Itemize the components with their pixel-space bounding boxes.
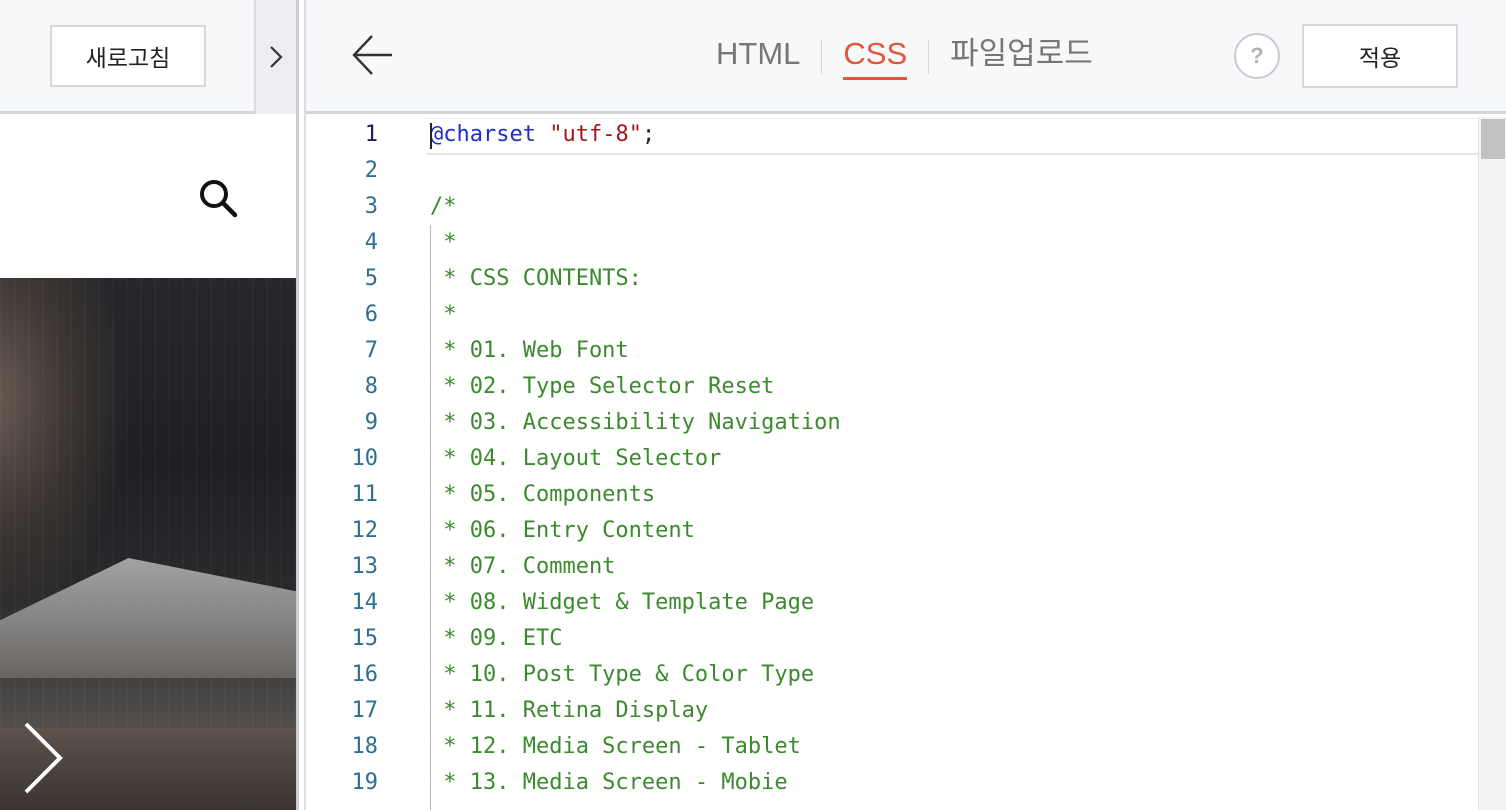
preview-toolbar: 새로고침: [0, 0, 296, 114]
code-line[interactable]: * 09. ETC: [430, 621, 562, 657]
code-token: * 03. Accessibility Navigation: [430, 410, 841, 435]
code-token: *: [430, 230, 457, 255]
line-number: 17: [351, 698, 379, 723]
line-number-gutter: 1 2 3 4 5 6 7 8 9 10 11 12 13 14 15 16 17 18 19: [306, 117, 386, 810]
code-line[interactable]: * 01. Web Font: [430, 333, 629, 369]
tab-divider: [821, 40, 823, 74]
code-line[interactable]: *: [430, 297, 457, 333]
scrollbar-thumb[interactable]: [1481, 119, 1505, 159]
code-token: * 10. Post Type & Color Type: [430, 662, 815, 687]
question-icon: ?: [1250, 43, 1264, 68]
editor-tabs: HTML CSS 파일업로드: [716, 38, 1093, 88]
code-line[interactable]: * 04. Layout Selector: [430, 441, 721, 477]
refresh-button[interactable]: 새로고침: [50, 25, 206, 87]
code-line[interactable]: * 13. Media Screen - Mobie: [430, 765, 788, 801]
code-token: * 04. Layout Selector: [430, 446, 722, 471]
code-token: * CSS CONTENTS:: [430, 266, 642, 291]
pane-resize-handle[interactable]: [296, 0, 306, 810]
code-token: * 02. Type Selector Reset: [430, 374, 775, 399]
code-editor[interactable]: 1 2 3 4 5 6 7 8 9 10 11 12 13 14 15 16 17 18 19 @charset "…: [306, 117, 1506, 810]
code-token: /*: [430, 194, 457, 219]
line-number: 5: [364, 266, 378, 291]
line-number: 9: [364, 410, 378, 435]
line-number: 3: [364, 194, 378, 219]
line-number: 1: [364, 122, 378, 147]
indent-guide: [430, 225, 431, 810]
tab-html[interactable]: HTML: [716, 38, 800, 77]
code-line[interactable]: * 06. Entry Content: [430, 513, 695, 549]
collapse-preview-button[interactable]: [254, 0, 296, 114]
code-token: * 08. Widget & Template Page: [430, 590, 815, 615]
code-line[interactable]: * 03. Accessibility Navigation: [430, 405, 841, 441]
code-token: * 01. Web Font: [430, 338, 629, 363]
line-number: 15: [351, 626, 379, 651]
text-cursor: [430, 123, 432, 149]
line-number: 11: [351, 482, 379, 507]
code-token: "utf-8": [549, 122, 642, 147]
code-token: * 12. Media Screen - Tablet: [430, 734, 801, 759]
arrow-left-icon[interactable]: [350, 32, 396, 78]
code-token: * 06. Entry Content: [430, 518, 695, 543]
tab-css[interactable]: CSS: [843, 38, 908, 80]
code-token: * 11. Retina Display: [430, 698, 709, 723]
code-line[interactable]: * 11. Retina Display: [430, 693, 708, 729]
search-icon[interactable]: [198, 178, 238, 218]
code-line[interactable]: * 10. Post Type & Color Type: [430, 657, 814, 693]
editor-scrollbar[interactable]: [1478, 117, 1506, 810]
code-token: @charset: [430, 122, 536, 147]
line-number: 19: [351, 770, 379, 795]
tab-divider: [928, 40, 930, 74]
code-token: *: [430, 302, 457, 327]
code-line[interactable]: * 05. Components: [430, 477, 655, 513]
line-number: 7: [364, 338, 378, 363]
code-token: * 07. Comment: [430, 554, 616, 579]
preview-pane: 새로고침: [0, 0, 296, 810]
line-number: 6: [364, 302, 378, 327]
line-number: 14: [351, 590, 379, 615]
code-line[interactable]: * 07. Comment: [430, 549, 615, 585]
apply-button[interactable]: 적용: [1302, 24, 1458, 88]
code-line[interactable]: * CSS CONTENTS:: [430, 261, 642, 297]
line-number: 13: [351, 554, 379, 579]
line-number: 2: [364, 158, 378, 183]
tab-file-upload[interactable]: 파일업로드: [950, 38, 1093, 77]
line-number: 8: [364, 374, 378, 399]
line-number: 4: [364, 230, 378, 255]
code-line[interactable]: * 08. Widget & Template Page: [430, 585, 814, 621]
code-token: * 05. Components: [430, 482, 656, 507]
code-line[interactable]: * 02. Type Selector Reset: [430, 369, 774, 405]
slider-next-icon[interactable]: [20, 720, 66, 796]
line-number: 18: [351, 734, 379, 759]
line-number: 10: [351, 446, 379, 471]
line-number: 16: [351, 662, 379, 687]
preview-site-header: [0, 117, 296, 278]
code-line[interactable]: *: [430, 225, 457, 261]
code-line[interactable]: @charset "utf-8";: [430, 117, 655, 153]
code-token: ;: [641, 122, 656, 147]
code-token: * 13. Media Screen - Mobie: [430, 770, 788, 795]
help-button[interactable]: ?: [1234, 33, 1280, 79]
line-number: 12: [351, 518, 379, 543]
code-line[interactable]: * 12. Media Screen - Tablet: [430, 729, 801, 765]
chevron-right-icon: [270, 46, 283, 68]
code-token: * 09. ETC: [430, 626, 563, 651]
code-line[interactable]: /*: [430, 189, 457, 225]
